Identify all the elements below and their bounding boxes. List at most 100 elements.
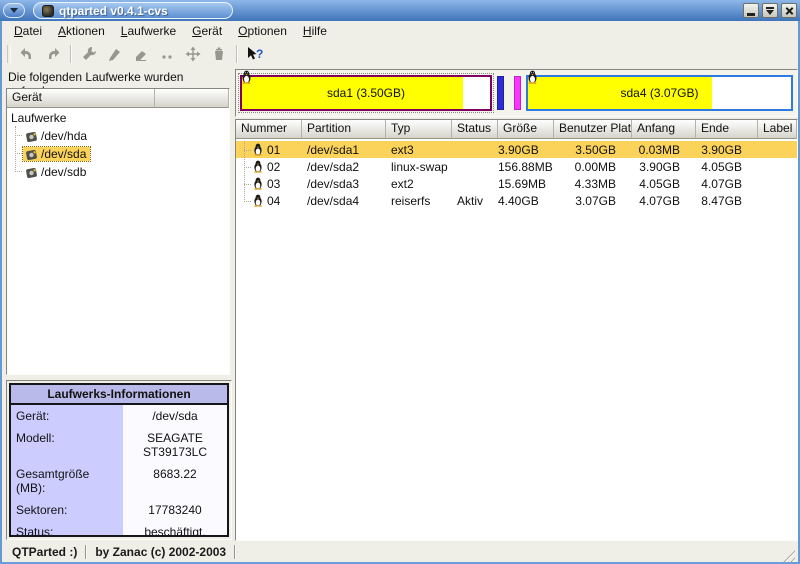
- col-header-nummer[interactable]: Nummer: [236, 120, 302, 139]
- info-label-geraet: Gerät:: [11, 405, 123, 427]
- brush-icon: [106, 45, 124, 63]
- statusbar-separator: [234, 545, 236, 559]
- undo-icon: [18, 45, 36, 63]
- partition-label-sda4: sda4 (3.07GB): [528, 77, 791, 109]
- tux-penguin-icon: [253, 177, 263, 190]
- eraser-icon: [132, 45, 150, 63]
- tree-root-laufwerke[interactable]: Laufwerke: [9, 111, 66, 125]
- tree-item-dev-sdb[interactable]: /dev/sdb: [23, 165, 90, 179]
- tree-branch-line: [15, 171, 22, 172]
- menu-datei[interactable]: Datei: [6, 22, 50, 40]
- close-icon: [785, 6, 794, 15]
- minimize-button[interactable]: [743, 3, 759, 18]
- wrench-icon: [80, 45, 98, 63]
- table-row-sda1[interactable]: 01 /dev/sda1 ext3 3.90GB 3.50GB 0.03MB 3…: [236, 141, 797, 158]
- menu-geraet[interactable]: Gerät: [184, 22, 230, 40]
- info-label-status: Status:: [11, 521, 123, 537]
- toolbar-separator: [70, 45, 72, 63]
- erase-button[interactable]: [128, 42, 154, 66]
- redo-icon: [44, 45, 62, 63]
- whats-this-button[interactable]: ?: [242, 42, 268, 66]
- toolbar: ?: [2, 41, 798, 67]
- delete-button[interactable]: [206, 42, 232, 66]
- info-value-geraet: /dev/sda: [123, 405, 227, 427]
- drive-info-panel: Laufwerks-Informationen Gerät: /dev/sda …: [6, 380, 232, 540]
- col-header-typ[interactable]: Typ: [386, 120, 452, 139]
- trash-icon: [210, 45, 228, 63]
- partition-box-sda2[interactable]: [497, 76, 504, 110]
- chevron-down-icon: [10, 8, 18, 13]
- table-row-sda4[interactable]: 04 /dev/sda4 reiserfs Aktiv 4.40GB 3.07G…: [236, 192, 797, 209]
- col-header-groesse[interactable]: Größe: [498, 120, 554, 139]
- col-header-anfang[interactable]: Anfang: [632, 120, 696, 139]
- info-value-status: beschäftigt.: [123, 521, 227, 537]
- tree-item-dev-sda[interactable]: /dev/sda: [23, 147, 90, 161]
- resize-button[interactable]: [154, 42, 180, 66]
- move-icon: [184, 45, 202, 63]
- partition-box-sda4[interactable]: sda4 (3.07GB): [526, 75, 793, 111]
- tree-branch-line: [15, 153, 22, 154]
- status-app-name: QTParted :): [4, 545, 85, 559]
- tux-penguin-icon: [527, 70, 538, 84]
- maximize-button[interactable]: [762, 3, 778, 18]
- tree-column-header-geraet[interactable]: Gerät: [7, 89, 155, 108]
- table-header-row: Nummer Partition Typ Status Größe Benutz…: [236, 120, 797, 139]
- app-icon: [42, 5, 54, 17]
- close-button[interactable]: [781, 3, 797, 18]
- toolbar-grip[interactable]: [7, 45, 11, 63]
- col-header-partition[interactable]: Partition: [302, 120, 386, 139]
- titlebar: qtparted v0.4.1-cvs: [0, 0, 800, 21]
- table-row-sda2[interactable]: 02 /dev/sda2 linux-swap 156.88MB 0.00MB …: [236, 158, 797, 175]
- redo-button[interactable]: [40, 42, 66, 66]
- minimize-icon: [747, 13, 755, 16]
- toolbar-separator: [236, 45, 238, 63]
- statusbar: QTParted :) by Zanac (c) 2002-2003: [2, 541, 798, 562]
- menu-optionen[interactable]: Optionen: [230, 22, 295, 40]
- maximize-icon: [766, 7, 774, 15]
- svg-text:?: ?: [256, 47, 263, 61]
- partition-box-sda3[interactable]: [514, 76, 521, 110]
- window-menu-button[interactable]: [3, 3, 25, 18]
- format-button[interactable]: [102, 42, 128, 66]
- whats-this-icon: ?: [245, 45, 265, 63]
- menu-laufwerke[interactable]: Laufwerke: [113, 22, 184, 40]
- col-header-benutzer-platz[interactable]: Benutzer Platz: [554, 120, 632, 139]
- partition-table-panel: Nummer Partition Typ Status Größe Benutz…: [235, 119, 798, 541]
- tux-penguin-icon: [253, 143, 263, 156]
- tux-penguin-icon: [253, 160, 263, 173]
- menu-aktionen[interactable]: Aktionen: [50, 22, 113, 40]
- partition-bar-panel: sda1 (3.50GB) sda4 (3.07GB): [235, 69, 798, 117]
- info-value-sektoren: 17783240: [123, 499, 227, 521]
- property-button[interactable]: [76, 42, 102, 66]
- tree-item-dev-hda[interactable]: /dev/hda: [23, 129, 91, 143]
- partition-label-sda1: sda1 (3.50GB): [242, 77, 490, 109]
- disk-icon: [25, 148, 38, 161]
- tree-branch-line: [15, 126, 16, 172]
- disk-icon: [25, 166, 38, 179]
- status-credit: by Zanac (c) 2002-2003: [87, 545, 234, 559]
- table-row-sda3[interactable]: 03 /dev/sda3 ext2 15.69MB 4.33MB 4.05GB …: [236, 175, 797, 192]
- menu-hilfe[interactable]: Hilfe: [295, 22, 335, 40]
- info-label-gesamtgroesse: Gesamtgröße (MB):: [11, 463, 123, 499]
- tree-branch-line: [15, 135, 22, 136]
- qtparted-window: qtparted v0.4.1-cvs Datei Aktionen Laufw…: [0, 0, 800, 564]
- tux-penguin-icon: [241, 70, 252, 84]
- device-tree-panel: Gerät Laufwerke /dev/hda /dev/sda: [6, 88, 230, 375]
- window-title: qtparted v0.4.1-cvs: [59, 4, 168, 18]
- info-value-gesamtgroesse: 8683.22: [123, 463, 227, 499]
- info-label-modell: Modell:: [11, 427, 123, 463]
- title-pill[interactable]: qtparted v0.4.1-cvs: [33, 2, 233, 19]
- info-label-sektoren: Sektoren:: [11, 499, 123, 521]
- col-header-label[interactable]: Label: [758, 120, 797, 139]
- info-value-modell: SEAGATE ST39173LC: [123, 427, 227, 463]
- col-header-status[interactable]: Status: [452, 120, 498, 139]
- resize-grip[interactable]: [780, 547, 795, 562]
- partition-box-sda1[interactable]: sda1 (3.50GB): [240, 75, 492, 111]
- col-header-ende[interactable]: Ende: [696, 120, 758, 139]
- disk-icon: [25, 130, 38, 143]
- tux-penguin-icon: [253, 194, 263, 207]
- move-button[interactable]: [180, 42, 206, 66]
- undo-button[interactable]: [14, 42, 40, 66]
- tree-column-header-empty[interactable]: [155, 89, 229, 108]
- resize-dots-icon: [158, 45, 176, 63]
